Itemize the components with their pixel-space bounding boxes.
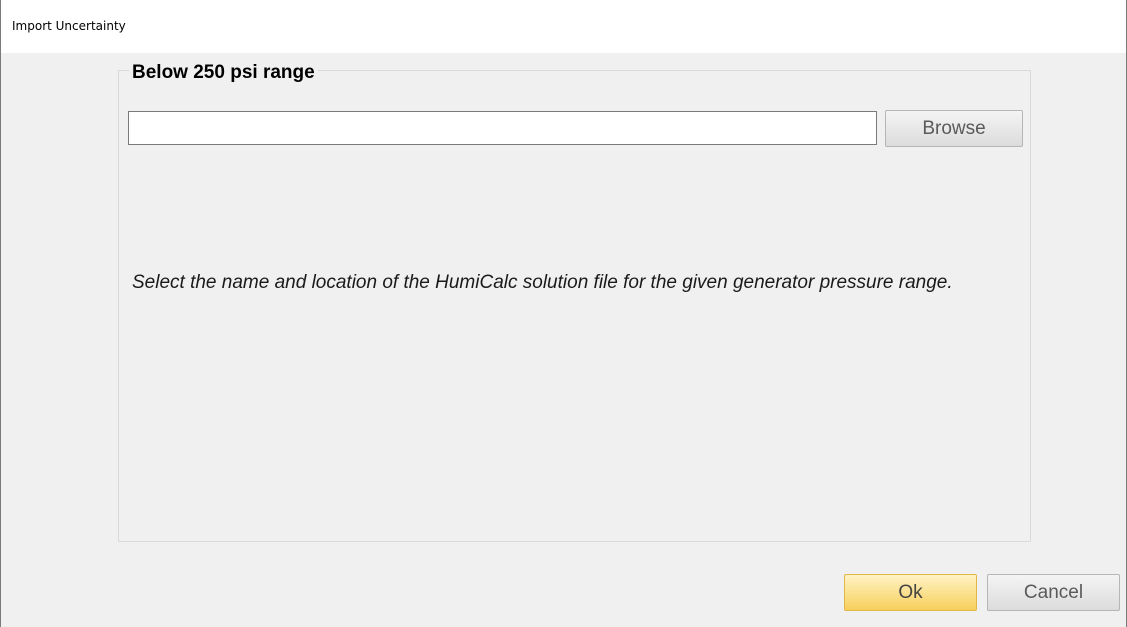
cancel-button[interactable]: Cancel [987,574,1120,611]
ok-button-label: Ok [898,581,923,603]
instruction-text: Select the name and location of the Humi… [132,272,953,293]
title-bar[interactable]: Import Uncertainty [1,0,1126,53]
window-title: Import Uncertainty [12,19,126,33]
browse-button-label: Browse [922,117,986,139]
cancel-button-label: Cancel [1023,581,1084,603]
browse-button[interactable]: Browse [885,110,1023,147]
ok-button[interactable]: Ok [844,574,977,611]
groupbox-legend: Below 250 psi range [129,62,318,84]
file-path-input[interactable] [128,111,877,145]
import-uncertainty-dialog: Import Uncertainty Below 250 psi range B… [0,0,1127,627]
